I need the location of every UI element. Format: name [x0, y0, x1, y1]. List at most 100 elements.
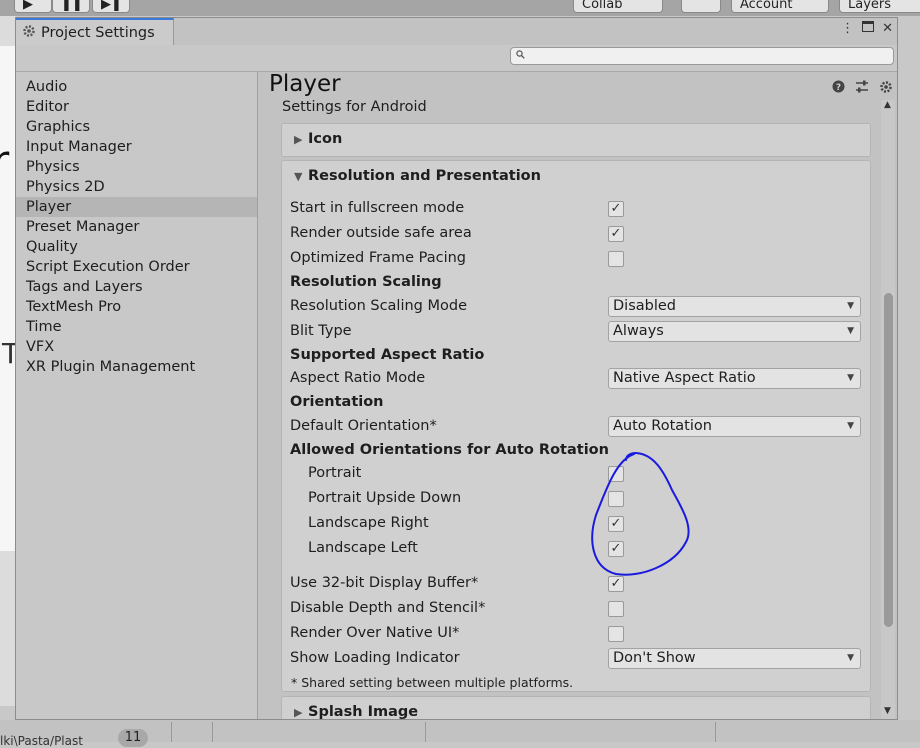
divider	[171, 722, 172, 742]
svg-text:?: ?	[836, 83, 841, 93]
tab-project-settings[interactable]: Project Settings	[16, 18, 174, 45]
preset-icon[interactable]	[855, 80, 869, 98]
shared-setting-note: * Shared setting between multiple platfo…	[291, 675, 574, 690]
maximize-icon[interactable]	[862, 21, 875, 36]
account-button[interactable]: Account	[731, 0, 829, 13]
optimized-frame-pacing-label: Optimized Frame Pacing	[290, 250, 466, 266]
default-orientation-dropdown[interactable]: Auto Rotation ▼	[608, 416, 861, 437]
dropdown-value: Native Aspect Ratio	[613, 370, 756, 386]
step-button[interactable]: ▶❚	[92, 0, 130, 13]
sidebar-item-script-execution-order[interactable]: Script Execution Order	[16, 257, 257, 277]
dropdown-value: Auto Rotation	[613, 418, 712, 434]
aspect-ratio-mode-dropdown[interactable]: Native Aspect Ratio ▼	[608, 368, 861, 389]
portrait-upside-down-label: Portrait Upside Down	[308, 490, 462, 506]
render-over-native-checkbox[interactable]	[608, 626, 624, 642]
search-icon	[516, 50, 525, 62]
landscape-left-label: Landscape Left	[308, 540, 418, 556]
layers-button[interactable]: Layers	[839, 0, 920, 13]
close-icon[interactable]: ✕	[882, 21, 893, 36]
use-32bit-label: Use 32-bit Display Buffer*	[290, 575, 479, 591]
icon-foldout[interactable]: ▶ Icon	[281, 123, 871, 157]
scrollbar[interactable]: ▲ ▼	[881, 100, 895, 719]
divider	[212, 722, 213, 742]
sidebar-item-vfx[interactable]: VFX	[16, 337, 257, 357]
scroll-down-arrow-icon[interactable]: ▼	[884, 706, 891, 716]
scroll-thumb[interactable]	[884, 293, 893, 627]
sidebar-item-editor[interactable]: Editor	[16, 97, 257, 117]
dropdown-value: Don't Show	[613, 650, 696, 666]
render-outside-safe-checkbox[interactable]: ✓	[608, 226, 624, 242]
count-badge: 11	[118, 729, 148, 747]
more-options-icon[interactable]: ⋮	[841, 21, 854, 36]
resolution-scaling-header: Resolution Scaling	[290, 274, 442, 290]
page-title: Player	[269, 72, 341, 97]
blit-type-label: Blit Type	[290, 323, 352, 339]
portrait-label: Portrait	[308, 465, 362, 481]
resolution-scaling-mode-label: Resolution Scaling Mode	[290, 298, 468, 314]
optimized-frame-pacing-checkbox[interactable]	[608, 251, 624, 267]
background-glyph: r	[0, 136, 10, 185]
landscape-right-label: Landscape Right	[308, 515, 429, 531]
chevron-down-icon: ▼	[847, 301, 854, 311]
help-icon[interactable]: ?	[832, 80, 845, 98]
use-32bit-checkbox[interactable]: ✓	[608, 576, 624, 592]
sidebar-item-xr-plugin-management[interactable]: XR Plugin Management	[16, 357, 257, 377]
sidebar-item-time[interactable]: Time	[16, 317, 257, 337]
sidebar-item-player[interactable]: Player	[16, 197, 257, 217]
sidebar-item-physics[interactable]: Physics	[16, 157, 257, 177]
gear-icon	[22, 24, 36, 42]
orientation-header: Orientation	[290, 394, 384, 410]
chevron-down-icon: ▼	[847, 421, 854, 431]
expanded-arrow-icon: ▼	[294, 170, 303, 183]
default-orientation-label: Default Orientation*	[290, 418, 437, 434]
cloud-button[interactable]	[681, 0, 721, 13]
sidebar-item-physics-2d[interactable]: Physics 2D	[16, 177, 257, 197]
scroll-up-arrow-icon[interactable]: ▲	[884, 100, 891, 110]
dropdown-value: Disabled	[613, 298, 676, 314]
start-fullscreen-checkbox[interactable]: ✓	[608, 201, 624, 217]
resolution-foldout-header[interactable]: ▼ Resolution and Presentation	[282, 161, 870, 191]
collapsed-arrow-icon: ▶	[294, 133, 303, 146]
gear-icon[interactable]	[879, 80, 893, 98]
sidebar-item-preset-manager[interactable]: Preset Manager	[16, 217, 257, 237]
sidebar-item-textmesh-pro[interactable]: TextMesh Pro	[16, 297, 257, 317]
window-controls: ⋮ ✕	[841, 21, 893, 36]
supported-aspect-header: Supported Aspect Ratio	[290, 347, 485, 363]
sidebar-item-graphics[interactable]: Graphics	[16, 117, 257, 137]
blit-type-dropdown[interactable]: Always ▼	[608, 321, 861, 342]
search-input[interactable]	[510, 47, 894, 65]
checkmark-icon: ✓	[610, 201, 622, 216]
sidebar-item-audio[interactable]: Audio	[16, 77, 257, 97]
pause-button[interactable]: ❚❚	[52, 0, 90, 13]
divider	[425, 722, 426, 742]
collapsed-arrow-icon: ▶	[294, 706, 303, 719]
loading-indicator-dropdown[interactable]: Don't Show ▼	[608, 648, 861, 669]
divider	[715, 722, 716, 742]
asset-path-text: lki\Pasta/Plast	[0, 734, 83, 748]
player-settings-panel: Player ? ▲ ▼ Settings for Android ▶ Icon …	[266, 72, 897, 719]
collab-button[interactable]: Collab	[573, 0, 663, 13]
splash-image-foldout[interactable]: ▶ Splash Image	[281, 696, 871, 719]
tab-title: Project Settings	[41, 24, 155, 41]
checkmark-icon: ✓	[610, 576, 622, 591]
dropdown-value: Always	[613, 323, 664, 339]
play-button[interactable]: ▶	[14, 0, 52, 13]
render-over-native-label: Render Over Native UI*	[290, 625, 460, 641]
loading-indicator-label: Show Loading Indicator	[290, 650, 460, 666]
settings-for-label: Settings for Android	[282, 99, 427, 115]
checkmark-icon: ✓	[610, 226, 622, 241]
game-view-edge	[0, 46, 16, 551]
resolution-scaling-mode-dropdown[interactable]: Disabled ▼	[608, 296, 861, 317]
project-settings-window: Project Settings ⋮ ✕ Audio Editor Graphics…	[15, 17, 898, 720]
settings-sidebar: Audio Editor Graphics Input Manager Physics P…	[16, 72, 258, 719]
chevron-down-icon: ▼	[847, 653, 854, 663]
disable-depth-checkbox[interactable]	[608, 601, 624, 617]
allowed-orientations-header: Allowed Orientations for Auto Rotation	[290, 442, 609, 458]
sidebar-item-quality[interactable]: Quality	[16, 237, 257, 257]
render-outside-safe-label: Render outside safe area	[290, 225, 472, 241]
sidebar-item-tags-and-layers[interactable]: Tags and Layers	[16, 277, 257, 297]
header-icons: ?	[832, 80, 893, 98]
sidebar-item-input-manager[interactable]: Input Manager	[16, 137, 257, 157]
chevron-down-icon: ▼	[847, 326, 854, 336]
foldout-title: Splash Image	[308, 704, 419, 719]
